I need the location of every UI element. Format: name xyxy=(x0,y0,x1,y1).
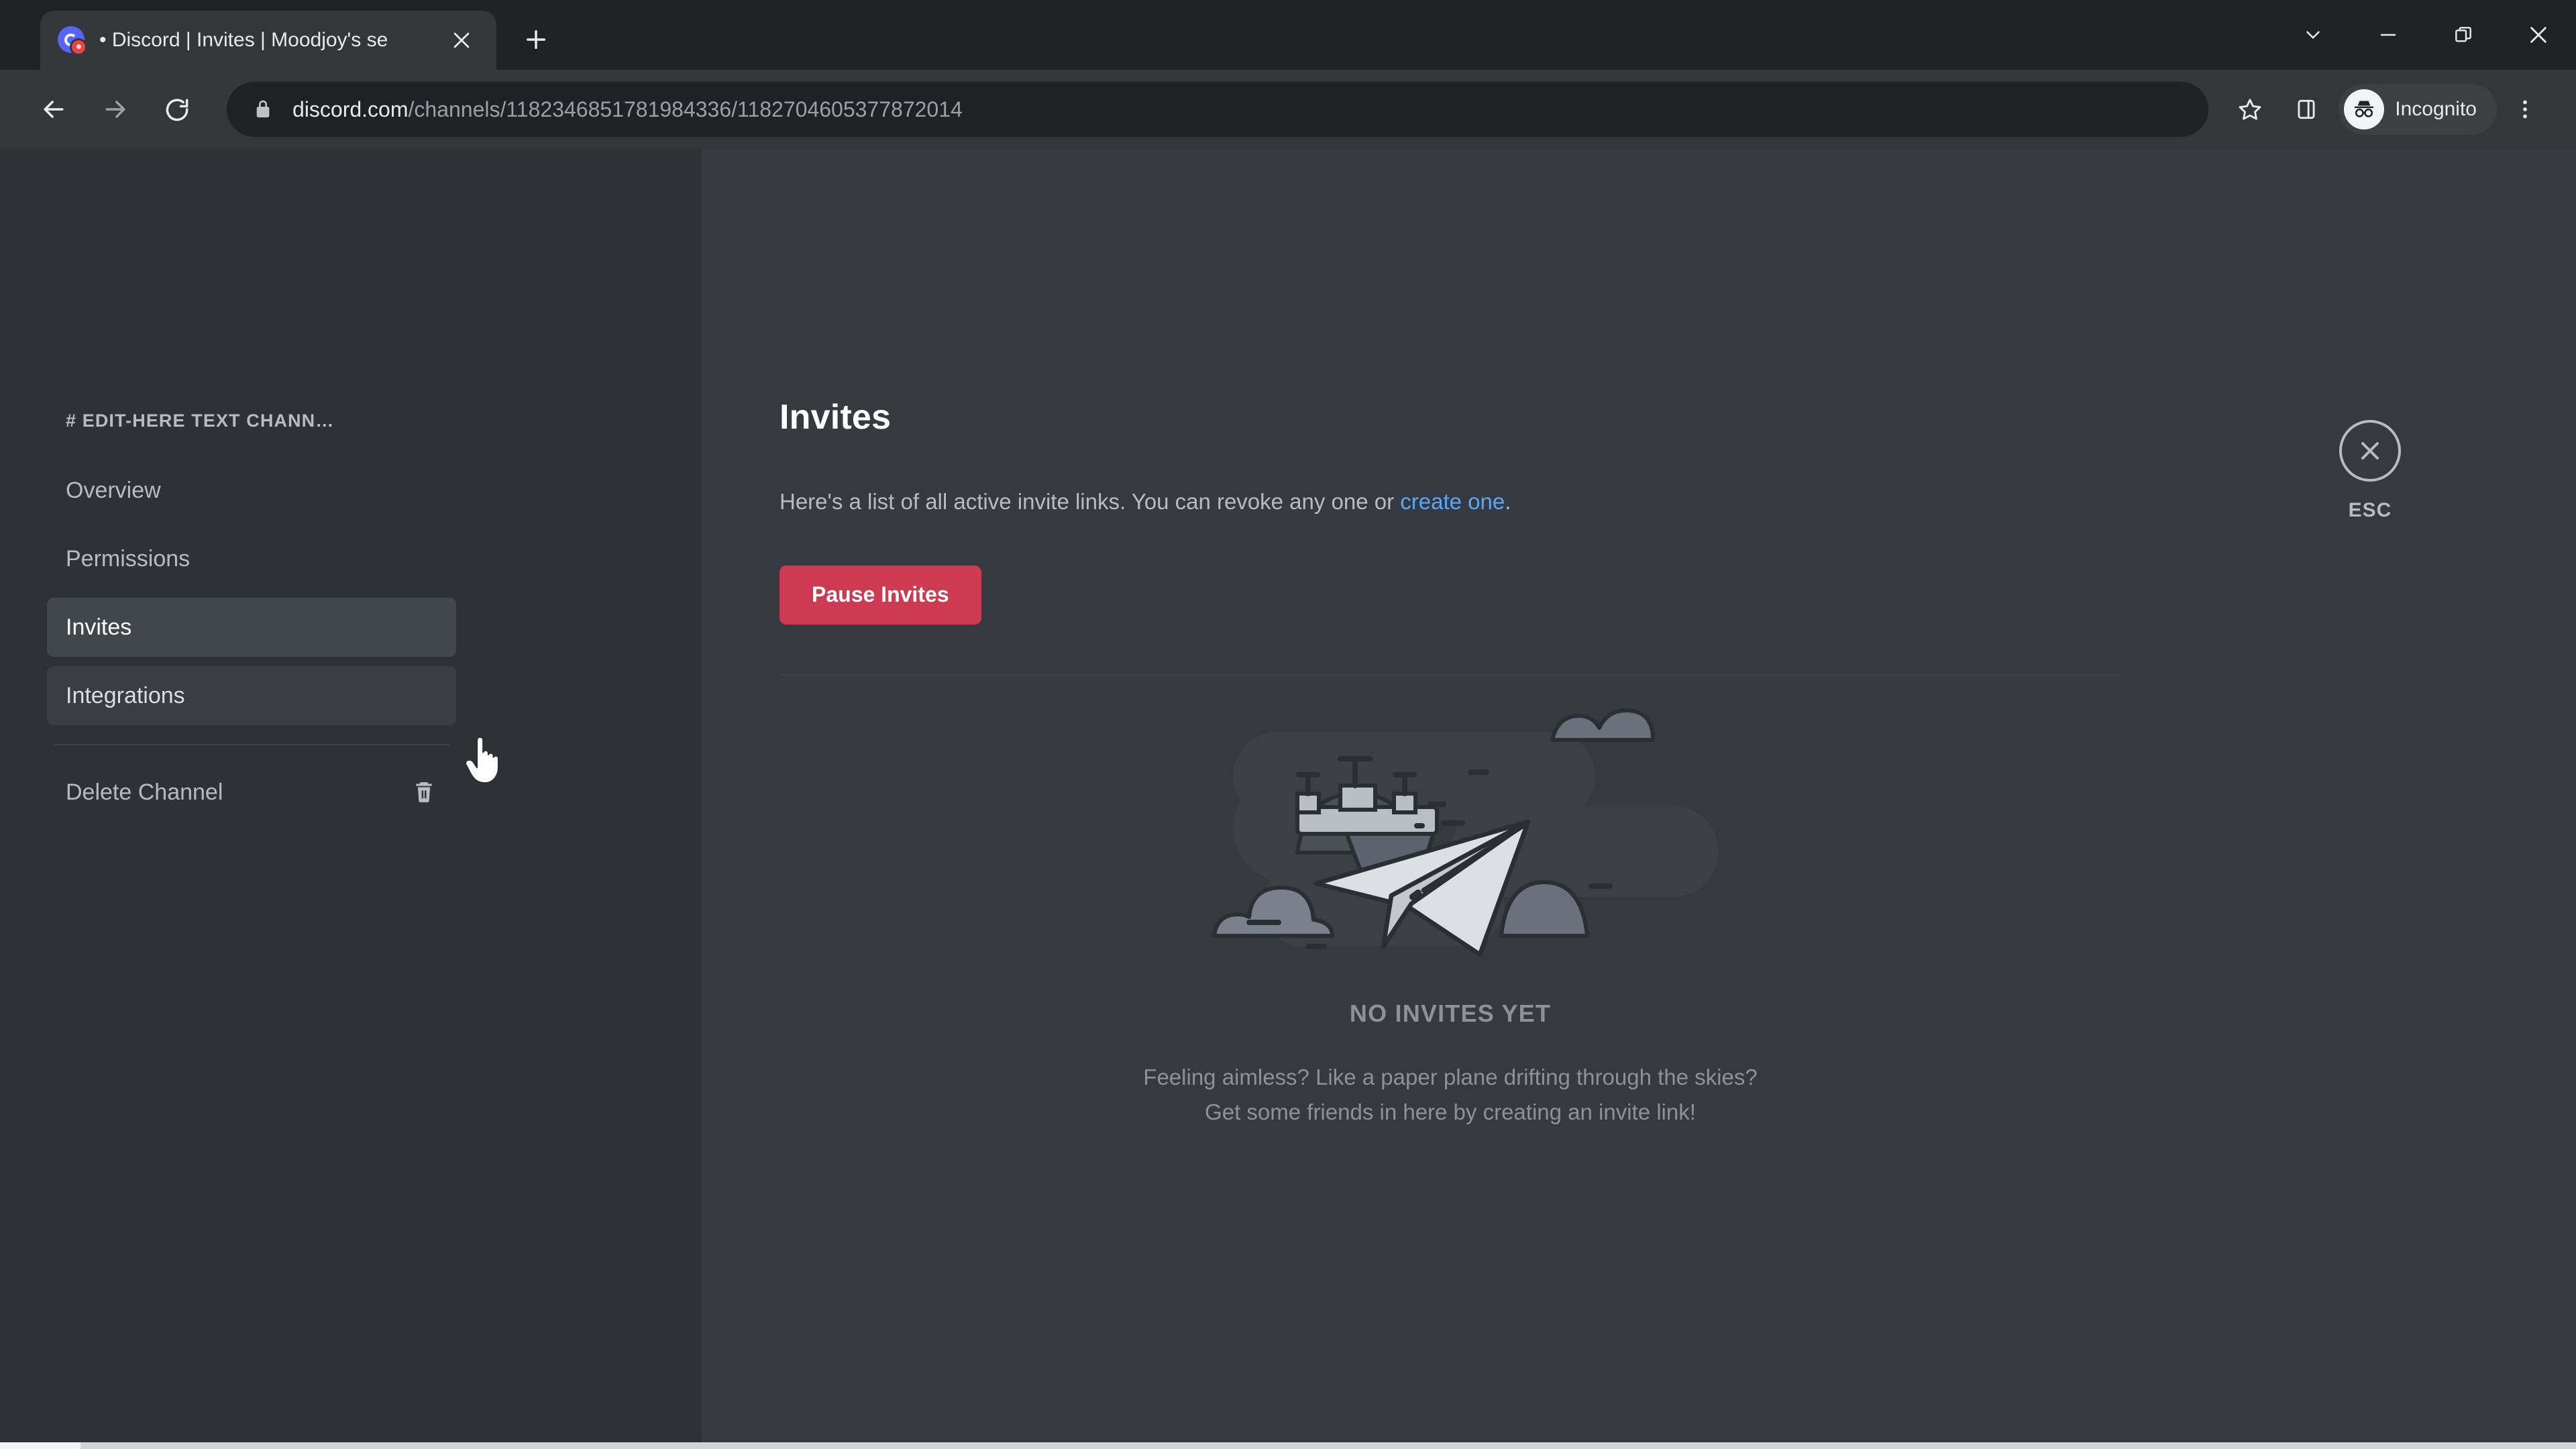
address-bar-url: discord.com/channels/1182346851781984336… xyxy=(292,97,963,122)
url-path: /channels/1182346851781984336/1182704605… xyxy=(408,97,963,121)
content-divider xyxy=(780,674,2121,676)
sidebar-item-label: Permissions xyxy=(66,545,191,572)
sidebar-item-label: Overview xyxy=(66,477,161,503)
tab-strip: • Discord | Invites | Moodjoy's se xyxy=(0,0,2576,70)
description-text-after: . xyxy=(1505,489,1511,514)
profile-incognito-button[interactable]: Incognito xyxy=(2339,84,2497,135)
profile-label: Incognito xyxy=(2395,98,2477,120)
tab-search-chevron-icon[interactable] xyxy=(2275,0,2351,70)
close-circle-icon[interactable] xyxy=(2339,420,2401,482)
description-text-before: Here's a list of all active invite links… xyxy=(780,489,1401,514)
forward-arrow-icon[interactable] xyxy=(85,78,146,140)
sidebar-item-label: Invites xyxy=(66,614,132,640)
side-panel-icon[interactable] xyxy=(2278,81,2334,138)
trash-icon xyxy=(411,779,437,806)
esc-label: ESC xyxy=(2348,499,2392,521)
taskbar-edge xyxy=(0,1442,2576,1449)
paper-plane-illustration-icon xyxy=(1169,692,1732,977)
create-one-link[interactable]: create one xyxy=(1400,489,1505,514)
url-domain: discord.com xyxy=(292,97,409,121)
page-title: Invites xyxy=(780,398,892,437)
sidebar-item-integrations[interactable]: Integrations xyxy=(47,666,456,725)
empty-state-subtitle: Feeling aimless? Like a paper plane drif… xyxy=(1143,1060,1757,1130)
reload-icon[interactable] xyxy=(146,78,208,140)
page-description: Here's a list of all active invite links… xyxy=(780,487,2114,517)
new-tab-button[interactable] xyxy=(513,16,559,63)
browser-toolbar: discord.com/channels/1182346851781984336… xyxy=(0,70,2576,149)
window-controls xyxy=(2275,0,2576,70)
empty-state-title: NO INVITES YET xyxy=(1349,999,1552,1027)
empty-state-line1: Feeling aimless? Like a paper plane drif… xyxy=(1143,1064,1758,1089)
sidebar-item-invites[interactable]: Invites xyxy=(47,598,456,657)
back-arrow-icon[interactable] xyxy=(23,78,85,140)
address-bar[interactable]: discord.com/channels/1182346851781984336… xyxy=(227,82,2209,137)
bookmark-star-icon[interactable] xyxy=(2222,81,2278,138)
restore-button[interactable] xyxy=(2426,0,2501,70)
sidebar-channel-header: # EDIT-HERE TEXT CHANN… xyxy=(66,411,335,431)
discord-favicon xyxy=(58,26,87,56)
discord-channel-settings: # EDIT-HERE TEXT CHANN… Overview Permiss… xyxy=(0,149,2576,1449)
avatar xyxy=(2344,89,2385,129)
empty-state: NO INVITES YET Feeling aimless? Like a p… xyxy=(780,692,2121,1130)
close-window-button[interactable] xyxy=(2501,0,2576,70)
three-dot-menu-icon[interactable] xyxy=(2497,81,2553,138)
tab-title: • Discord | Invites | Moodjoy's se xyxy=(99,29,388,51)
browser-window: • Discord | Invites | Moodjoy's se disco… xyxy=(0,0,2576,1449)
delete-channel-button[interactable]: Delete Channel xyxy=(47,763,456,822)
browser-tab[interactable]: • Discord | Invites | Moodjoy's se xyxy=(40,11,496,70)
tab-close-icon[interactable] xyxy=(444,23,479,58)
sidebar-item-permissions[interactable]: Permissions xyxy=(47,529,456,588)
delete-channel-label: Delete Channel xyxy=(66,779,223,805)
sidebar-item-label: Integrations xyxy=(66,682,185,708)
empty-state-line2: Get some friends in here by creating an … xyxy=(1205,1099,1696,1124)
sidebar-item-overview[interactable]: Overview xyxy=(47,461,456,520)
minimize-button[interactable] xyxy=(2351,0,2426,70)
site-secure-lock-icon xyxy=(252,99,274,120)
sidebar-divider xyxy=(54,744,449,745)
settings-content: Invites Here's a list of all active invi… xyxy=(702,149,2576,1449)
pause-invites-button[interactable]: Pause Invites xyxy=(780,565,981,625)
close-settings-button[interactable]: ESC xyxy=(2306,420,2434,522)
settings-sidebar: # EDIT-HERE TEXT CHANN… Overview Permiss… xyxy=(0,149,702,1449)
